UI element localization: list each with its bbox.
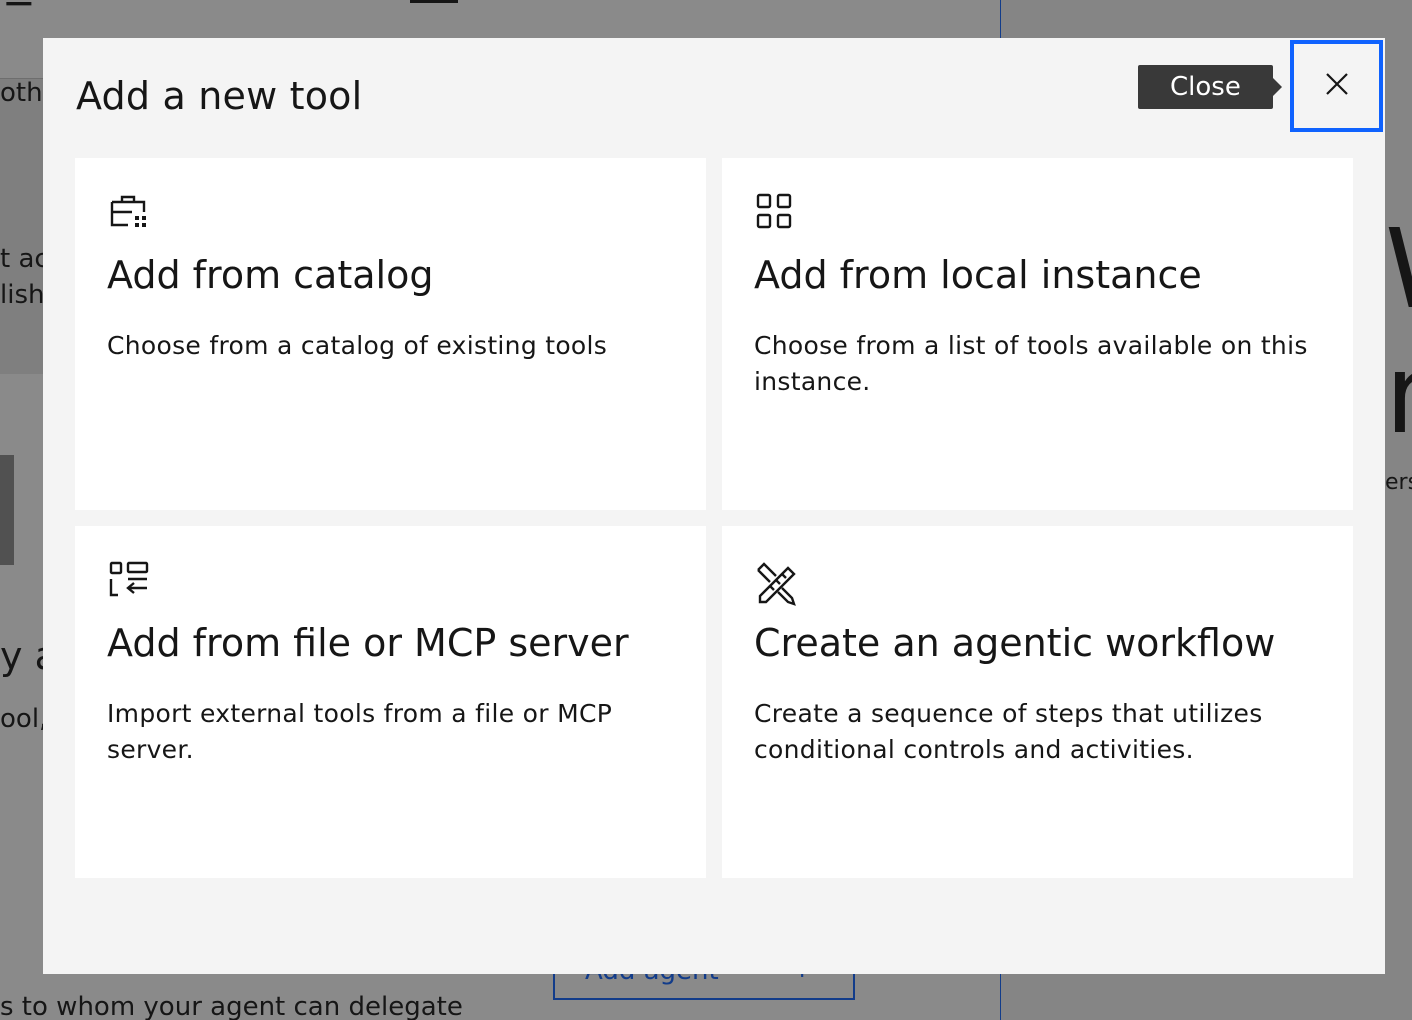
tool-options-grid: Add from catalog Choose from a catalog o… [75,158,1353,878]
modal-title: Add a new tool [76,74,363,118]
tile-title: Create an agentic workflow [754,621,1276,665]
tile-description: Create a sequence of steps that utilizes… [754,699,1263,764]
import-list-icon [107,560,153,606]
catalog-icon [107,192,153,238]
tile-add-from-catalog[interactable]: Add from catalog Choose from a catalog o… [75,158,706,510]
close-button[interactable] [1290,40,1383,132]
tile-add-from-file-or-mcp[interactable]: Add from file or MCP server Import exter… [75,526,706,878]
tile-create-agentic-workflow[interactable]: Create an agentic workflow Create a sequ… [722,526,1353,878]
tile-add-from-local-instance[interactable]: Add from local instance Choose from a li… [722,158,1353,510]
tile-description: Import external tools from a file or MCP… [107,699,613,764]
tile-title: Add from local instance [754,253,1202,297]
tile-title: Add from file or MCP server [107,621,629,665]
close-icon [1324,71,1350,101]
tile-title: Add from catalog [107,253,434,297]
close-tooltip: Close [1138,65,1282,109]
apps-grid-icon [754,192,800,238]
add-tool-modal: Add a new tool Close Add from catalog Ch… [43,38,1385,974]
tools-icon [754,560,800,606]
tile-description: Choose from a list of tools available on… [754,331,1308,396]
tile-description: Choose from a catalog of existing tools [107,331,608,360]
